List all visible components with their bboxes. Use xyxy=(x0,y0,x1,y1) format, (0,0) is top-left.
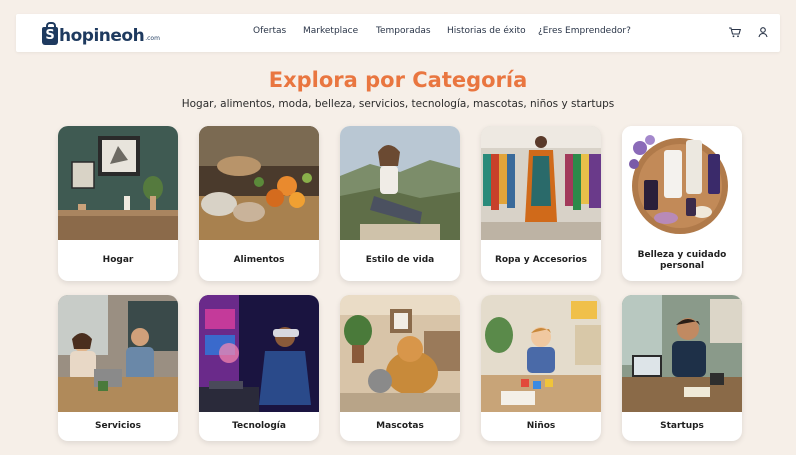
category-image-hogar xyxy=(58,126,178,240)
top-navigation-bar: S hopineoh .com Ofertas Marketplace Temp… xyxy=(16,14,780,52)
category-card-ninos[interactable]: Niños xyxy=(481,295,601,441)
category-image-mascotas xyxy=(340,295,460,412)
page-subtitle: Hogar, alimentos, moda, belleza, servici… xyxy=(181,98,615,110)
page-title: Explora por Categoría xyxy=(268,68,528,92)
category-label-belleza-y-cuidado-personal: Belleza y cuidado personal xyxy=(637,249,727,271)
category-card-ropa-y-accesorios[interactable]: Ropa y Accesorios xyxy=(481,126,601,281)
category-image-tecnologia xyxy=(199,295,319,412)
category-image-ninos xyxy=(481,295,601,412)
nav-marketplace[interactable]: Marketplace xyxy=(303,26,358,36)
brand-name: hopineoh xyxy=(59,26,145,46)
category-label-alimentos: Alimentos xyxy=(233,255,285,265)
category-label-servicios: Servicios xyxy=(95,421,141,431)
nav-historias-de-exito[interactable]: Historias de éxito xyxy=(447,26,526,36)
category-image-startups xyxy=(622,295,742,412)
nav-ofertas[interactable]: Ofertas xyxy=(253,26,286,36)
shopping-bag-logo-icon: S xyxy=(42,22,58,45)
brand-logo[interactable]: S hopineoh .com xyxy=(42,22,160,46)
category-card-alimentos[interactable]: Alimentos xyxy=(199,126,319,281)
category-card-hogar[interactable]: Hogar xyxy=(58,126,178,281)
category-label-estilo-de-vida: Estilo de vida xyxy=(365,255,435,265)
brand-suffix: .com xyxy=(145,35,160,42)
category-card-startups[interactable]: Startups xyxy=(622,295,742,441)
category-card-tecnologia[interactable]: Tecnología xyxy=(199,295,319,441)
category-card-belleza-y-cuidado-personal[interactable]: Belleza y cuidado personal xyxy=(622,126,742,281)
category-label-mascotas: Mascotas xyxy=(376,421,424,431)
category-image-servicios xyxy=(58,295,178,412)
category-card-servicios[interactable]: Servicios xyxy=(58,295,178,441)
category-label-hogar: Hogar xyxy=(102,255,134,265)
nav-eres-emprendedor[interactable]: ¿Eres Emprendedor? xyxy=(538,26,631,36)
nav-temporadas[interactable]: Temporadas xyxy=(376,26,431,36)
category-label-startups: Startups xyxy=(660,421,704,431)
category-label-tecnologia: Tecnología xyxy=(232,421,286,431)
category-image-estilo-de-vida xyxy=(340,126,460,240)
category-label-ropa-y-accesorios: Ropa y Accesorios xyxy=(494,255,588,265)
category-image-alimentos xyxy=(199,126,319,240)
user-icon[interactable] xyxy=(756,25,770,39)
category-card-mascotas[interactable]: Mascotas xyxy=(340,295,460,441)
category-label-ninos: Niños xyxy=(526,421,556,431)
category-image-belleza xyxy=(622,126,742,240)
category-image-ropa-y-accesorios xyxy=(481,126,601,240)
cart-icon[interactable] xyxy=(728,25,742,39)
category-card-estilo-de-vida[interactable]: Estilo de vida xyxy=(340,126,460,281)
